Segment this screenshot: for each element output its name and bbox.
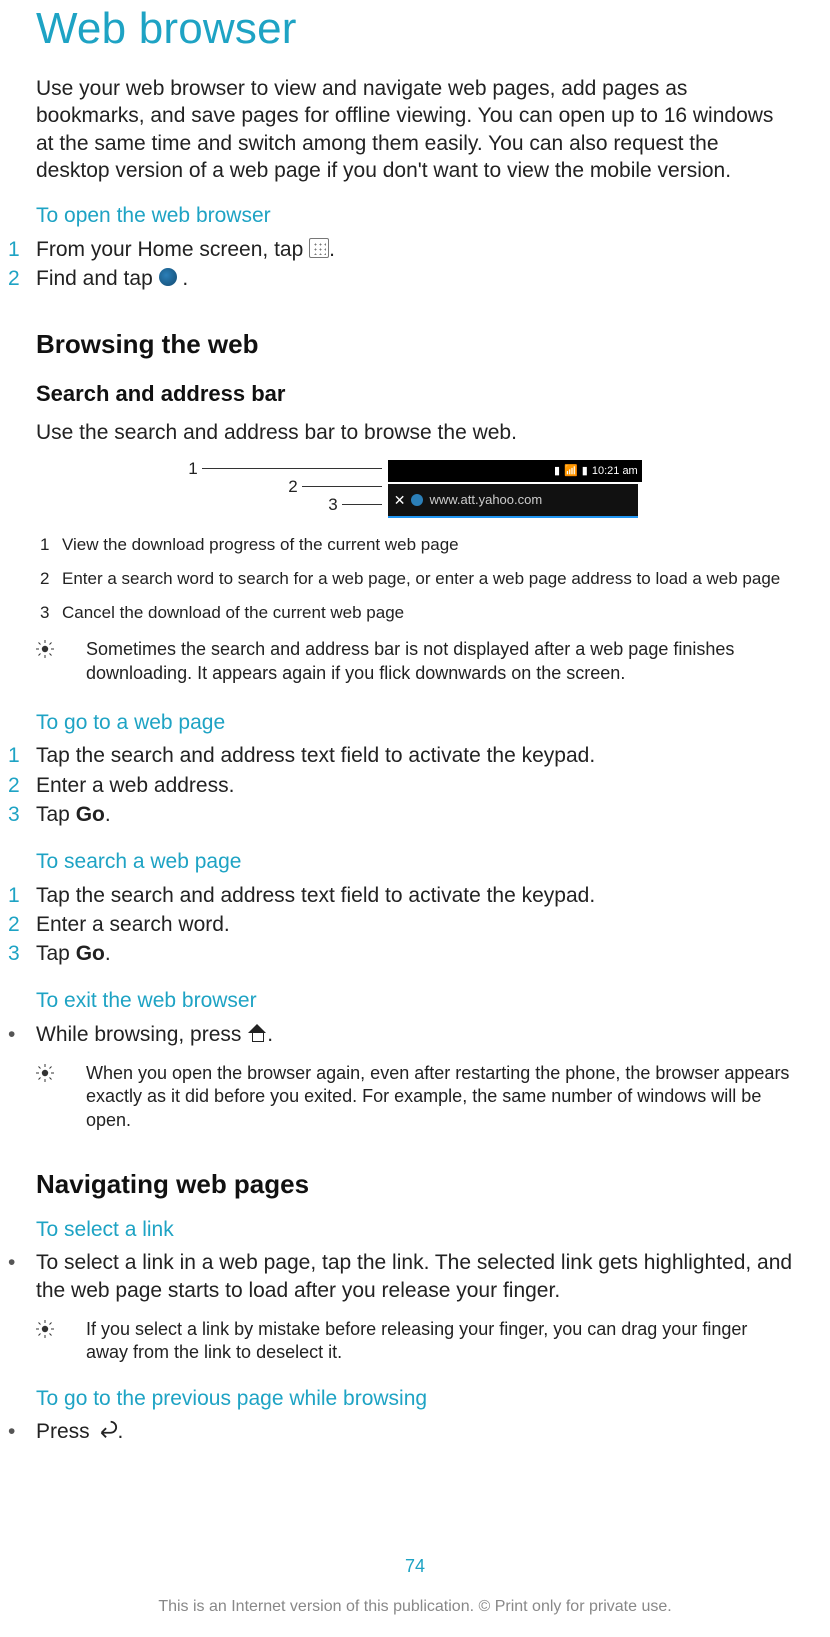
step-text: From your Home screen, tap . bbox=[36, 236, 802, 263]
bullet-text: While browsing, press . bbox=[36, 1021, 273, 1048]
step-number: 1 bbox=[8, 742, 36, 769]
heading-navigating: Navigating web pages bbox=[36, 1168, 794, 1202]
step-text: Tap the search and address text field to… bbox=[36, 882, 802, 909]
footer-notice: This is an Internet version of this publ… bbox=[28, 1597, 802, 1618]
tip-text: If you select a link by mistake before r… bbox=[86, 1318, 794, 1365]
legend-number: 1 bbox=[40, 534, 62, 556]
search-bar-desc: Use the search and address bar to browse… bbox=[36, 419, 794, 446]
apps-icon bbox=[309, 238, 329, 258]
home-icon bbox=[247, 1024, 267, 1042]
step-number: 3 bbox=[8, 801, 36, 828]
legend-text: Enter a search word to search for a web … bbox=[62, 568, 802, 590]
tip-icon bbox=[36, 1318, 66, 1344]
legend-number: 2 bbox=[40, 568, 62, 590]
heading-previous-page: To go to the previous page while browsin… bbox=[36, 1385, 802, 1412]
tip-text: Sometimes the search and address bar is … bbox=[86, 638, 794, 685]
step-number: 2 bbox=[8, 772, 36, 799]
globe-icon bbox=[159, 268, 177, 286]
step-text: Tap Go. bbox=[36, 940, 802, 967]
bullet-text: Press . bbox=[36, 1418, 123, 1445]
status-bar: ▮ 📶 ▮ 10:21 am bbox=[388, 460, 642, 482]
page-title: Web browser bbox=[36, 0, 802, 57]
legend-text: View the download progress of the curren… bbox=[62, 534, 802, 556]
bullet-text: To select a link in a web page, tap the … bbox=[36, 1249, 802, 1304]
step-text: Enter a web address. bbox=[36, 772, 802, 799]
step-number: 2 bbox=[8, 265, 36, 292]
callout-number: 2 bbox=[288, 476, 297, 498]
step-text: Tap Go. bbox=[36, 801, 802, 828]
figure-legend: 1View the download progress of the curre… bbox=[40, 534, 802, 624]
status-time: 10:21 am bbox=[592, 464, 638, 478]
heading-search-bar: Search and address bar bbox=[36, 380, 794, 409]
heading-search-page: To search a web page bbox=[36, 848, 802, 875]
heading-exit-browser: To exit the web browser bbox=[36, 987, 802, 1014]
step-text: Tap the search and address text field to… bbox=[36, 742, 802, 769]
globe-icon bbox=[411, 494, 423, 506]
callout-number: 1 bbox=[188, 458, 197, 480]
heading-go-to-page: To go to a web page bbox=[36, 709, 802, 736]
step-number: 1 bbox=[8, 236, 36, 263]
url-text: www.att.yahoo.com bbox=[429, 492, 542, 509]
figure-address-bar: 1 2 3 ▮ 📶 ▮ 10:21 am ✕ www.att.yahoo.com bbox=[28, 460, 802, 518]
tip-icon bbox=[36, 638, 66, 664]
callout-number: 3 bbox=[328, 494, 337, 516]
tip: When you open the browser again, even af… bbox=[36, 1062, 794, 1132]
step-number: 1 bbox=[8, 882, 36, 909]
close-icon: ✕ bbox=[394, 491, 406, 509]
bullet-marker: • bbox=[8, 1249, 36, 1304]
tip-text: When you open the browser again, even af… bbox=[86, 1062, 794, 1132]
step-text: Find and tap . bbox=[36, 265, 802, 292]
tip-icon bbox=[36, 1062, 66, 1088]
back-icon bbox=[96, 1420, 118, 1440]
heading-open-browser: To open the web browser bbox=[36, 202, 802, 229]
step-number: 2 bbox=[8, 911, 36, 938]
tip: If you select a link by mistake before r… bbox=[36, 1318, 794, 1365]
address-bar: ✕ www.att.yahoo.com bbox=[388, 484, 638, 518]
tip: Sometimes the search and address bar is … bbox=[36, 638, 794, 685]
heading-browsing: Browsing the web bbox=[36, 328, 794, 362]
step-text: Enter a search word. bbox=[36, 911, 802, 938]
legend-number: 3 bbox=[40, 602, 62, 624]
step-number: 3 bbox=[8, 940, 36, 967]
legend-text: Cancel the download of the current web p… bbox=[62, 602, 802, 624]
heading-select-link: To select a link bbox=[36, 1216, 802, 1243]
intro-paragraph: Use your web browser to view and navigat… bbox=[36, 75, 794, 184]
page-number: 74 bbox=[28, 1555, 802, 1578]
bullet-marker: • bbox=[8, 1021, 36, 1048]
bullet-marker: • bbox=[8, 1418, 36, 1445]
